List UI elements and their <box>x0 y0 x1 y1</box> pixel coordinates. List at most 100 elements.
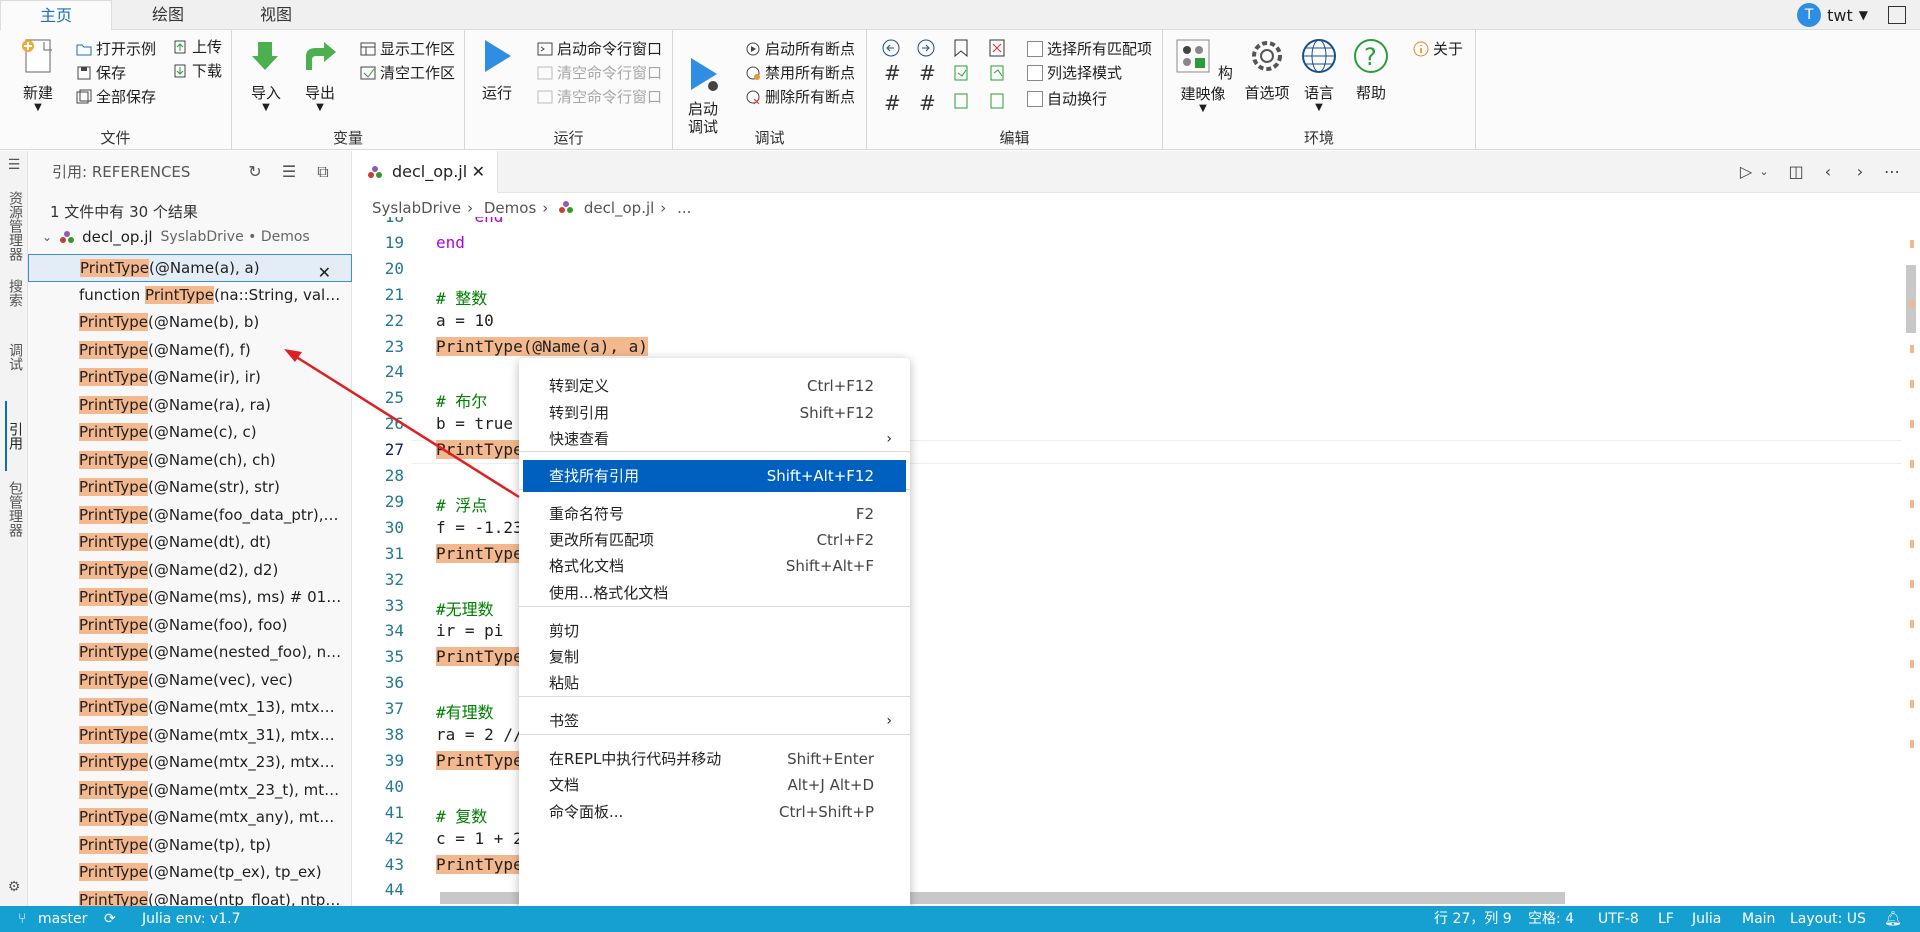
branch-icon[interactable]: ⑂ <box>18 906 26 932</box>
disable-breakpoints-button[interactable]: 禁用所有断点 <box>743 62 855 84</box>
activity-references[interactable]: 引用 <box>5 401 23 471</box>
reference-item[interactable]: PrintType(@Name(a), a) ✕ <box>28 254 352 282</box>
nav-back-icon[interactable]: ‹ <box>1818 162 1838 182</box>
indent-spaces[interactable]: 空格: 4 <box>1528 906 1574 932</box>
cursor-position[interactable]: 行 27，列 9 <box>1434 906 1512 932</box>
clear-workspace-button[interactable]: 清空工作区 <box>358 62 455 84</box>
tab-view[interactable]: 视图 <box>226 0 326 30</box>
reference-item[interactable]: PrintType(@Name(tp), tp) <box>28 832 352 860</box>
reference-item[interactable]: PrintType(@Name(str), str) <box>28 474 352 502</box>
svg-text:#: # <box>884 91 901 115</box>
show-workspace-button[interactable]: 显示工作区 <box>358 38 455 60</box>
download-button[interactable]: 下载 <box>170 60 222 82</box>
reference-item[interactable]: PrintType(@Name(mtx_23_t), mtx_... <box>28 777 352 805</box>
reference-item[interactable]: PrintType(@Name(mtx_13), mtx_13) <box>28 694 352 722</box>
reference-item[interactable]: PrintType(@Name(foo_data_ptr), f... <box>28 502 352 530</box>
refresh-icon[interactable]: ↻ <box>246 163 264 181</box>
run-button[interactable]: 运行 <box>475 36 519 103</box>
reference-item[interactable]: PrintType(@Name(ms), ms) # 01:0... <box>28 584 352 612</box>
delete-breakpoints-button[interactable]: 删除所有断点 <box>743 86 855 108</box>
code-line: ir = pi <box>436 621 504 641</box>
scrollbar-thumb[interactable] <box>1906 265 1916 333</box>
word-wrap-toggle[interactable]: 自动换行 <box>1025 88 1107 110</box>
reference-item[interactable]: PrintType(@Name(mtx_31), mtx_31) <box>28 722 352 750</box>
reference-item[interactable]: PrintType(@Name(nested_foo), ne... <box>28 639 352 667</box>
reference-item[interactable]: PrintType(@Name(vec), vec) <box>28 667 352 695</box>
breadcrumb-item[interactable]: decl_op.jl <box>584 199 654 217</box>
build-image-button[interactable]: 构建映像 ▼ <box>1171 36 1235 114</box>
open-example-button[interactable]: 打开示例 <box>74 38 156 60</box>
menu-icon[interactable]: ☰ <box>5 157 23 173</box>
reference-item[interactable]: PrintType(@Name(tp_ex), tp_ex) <box>28 859 352 887</box>
reference-item[interactable]: PrintType(@Name(mtx_any), mtx_... <box>28 804 352 832</box>
start-command-window-button[interactable]: 启动命令行窗口 <box>535 38 662 60</box>
menu-item[interactable]: 使用...格式化文档 <box>523 577 906 609</box>
upload-button[interactable]: 上传 <box>170 36 222 58</box>
reference-item[interactable]: function PrintType(na::String, value) <box>28 282 352 310</box>
reference-item[interactable]: PrintType(@Name(ch), ch) <box>28 447 352 475</box>
menu-item[interactable]: 粘贴 <box>523 667 906 699</box>
restore-icon[interactable] <box>1888 6 1906 24</box>
activity-debug[interactable]: 调试 <box>5 343 23 371</box>
reference-item[interactable]: PrintType(@Name(ir), ir) <box>28 364 352 392</box>
import-button[interactable]: 导入 ▼ <box>244 36 288 113</box>
reference-item[interactable]: PrintType(@Name(d2), d2) <box>28 557 352 585</box>
git-branch[interactable]: master <box>38 906 87 932</box>
menu-item[interactable]: 查找所有引用 Shift+Alt+F12 <box>523 460 906 492</box>
save-button[interactable]: 保存 <box>74 62 126 84</box>
reference-item[interactable]: PrintType(@Name(dt), dt) <box>28 529 352 557</box>
reference-item[interactable]: PrintType(@Name(mtx_23), mtx_23) <box>28 749 352 777</box>
close-icon[interactable]: ✕ <box>318 259 331 281</box>
preferences-button[interactable]: 首选项 <box>1241 36 1293 103</box>
reference-item[interactable]: PrintType(@Name(foo), foo) <box>28 612 352 640</box>
line-ending[interactable]: LF <box>1658 906 1674 932</box>
reference-item[interactable]: PrintType(@Name(c), c) <box>28 419 352 447</box>
menu-item[interactable]: 快速查看 › <box>523 423 906 455</box>
bell-icon[interactable]: 🔔︎ <box>1884 906 1902 932</box>
tab-plot[interactable]: 绘图 <box>118 0 218 30</box>
julia-module[interactable]: Main <box>1742 906 1775 932</box>
menu-item[interactable]: 书签 › <box>523 705 906 737</box>
menu-item[interactable]: 命令面板... Ctrl+Shift+P <box>523 796 906 828</box>
nav-forward-icon[interactable]: › <box>1850 162 1870 182</box>
chevron-down-icon[interactable]: ⌄ <box>1754 162 1774 182</box>
start-debug-button[interactable]: 启动 调试 <box>683 36 723 136</box>
keyboard-layout[interactable]: Layout: US <box>1790 906 1866 932</box>
activity-explorer[interactable]: 资源管理器 <box>5 191 23 261</box>
references-file-node[interactable]: ⌄ decl_op.jl SyslabDrive • Demos <box>42 228 310 246</box>
new-button[interactable]: 新建 ▼ <box>14 36 62 113</box>
tab-home[interactable]: 主页 <box>0 0 112 31</box>
reference-item[interactable]: PrintType(@Name(b), b) <box>28 309 352 337</box>
menu-item-label: 转到定义 <box>549 377 610 395</box>
collapse-all-icon[interactable]: ⧉ <box>314 163 332 181</box>
run-file-icon[interactable]: ▷ <box>1736 162 1756 182</box>
export-button[interactable]: 导出 ▼ <box>298 36 342 113</box>
menu-item-label: 在REPL中执行代码并移动 <box>549 750 722 768</box>
language-button[interactable]: 语言 ▼ <box>1297 36 1341 113</box>
reference-item[interactable]: PrintType(@Name(ra), ra) <box>28 392 352 420</box>
breadcrumb-item[interactable]: ... <box>677 199 691 217</box>
enable-breakpoints-button[interactable]: 启动所有断点 <box>743 38 855 60</box>
editor-tab-decl-op[interactable]: decl_op.jl ✕ <box>352 151 498 193</box>
gear-icon[interactable]: ⚙ <box>5 879 23 895</box>
language-mode[interactable]: Julia <box>1692 906 1721 932</box>
sync-icon[interactable]: ⟳ <box>104 906 116 932</box>
julia-env[interactable]: Julia env: v1.7 <box>142 906 241 932</box>
close-icon[interactable]: ✕ <box>472 151 485 193</box>
split-editor-icon[interactable]: ◫ <box>1786 162 1806 182</box>
select-all-matches-button[interactable]: 选择所有匹配项 <box>1025 38 1152 60</box>
more-actions-icon[interactable]: ⋯ <box>1882 162 1902 182</box>
clear-results-icon[interactable]: ☰ <box>280 163 298 181</box>
save-all-button[interactable]: 全部保存 <box>74 86 156 108</box>
activity-search[interactable]: 搜索 <box>5 279 23 307</box>
encoding[interactable]: UTF-8 <box>1598 906 1639 932</box>
edit-tools-icon[interactable]: # # # # <box>881 38 1011 118</box>
about-button[interactable]: 关于 <box>1411 38 1463 60</box>
column-select-toggle[interactable]: 列选择模式 <box>1025 62 1122 84</box>
breadcrumb-item[interactable]: Demos <box>484 199 536 217</box>
help-button[interactable]: ? 帮助 <box>1349 36 1393 103</box>
reference-item[interactable]: PrintType(@Name(f), f) <box>28 337 352 365</box>
activity-packages[interactable]: 包管理器 <box>5 481 23 537</box>
breadcrumb-item[interactable]: SyslabDrive <box>372 199 461 217</box>
user-menu[interactable]: T twt ▼ <box>1797 3 1868 27</box>
